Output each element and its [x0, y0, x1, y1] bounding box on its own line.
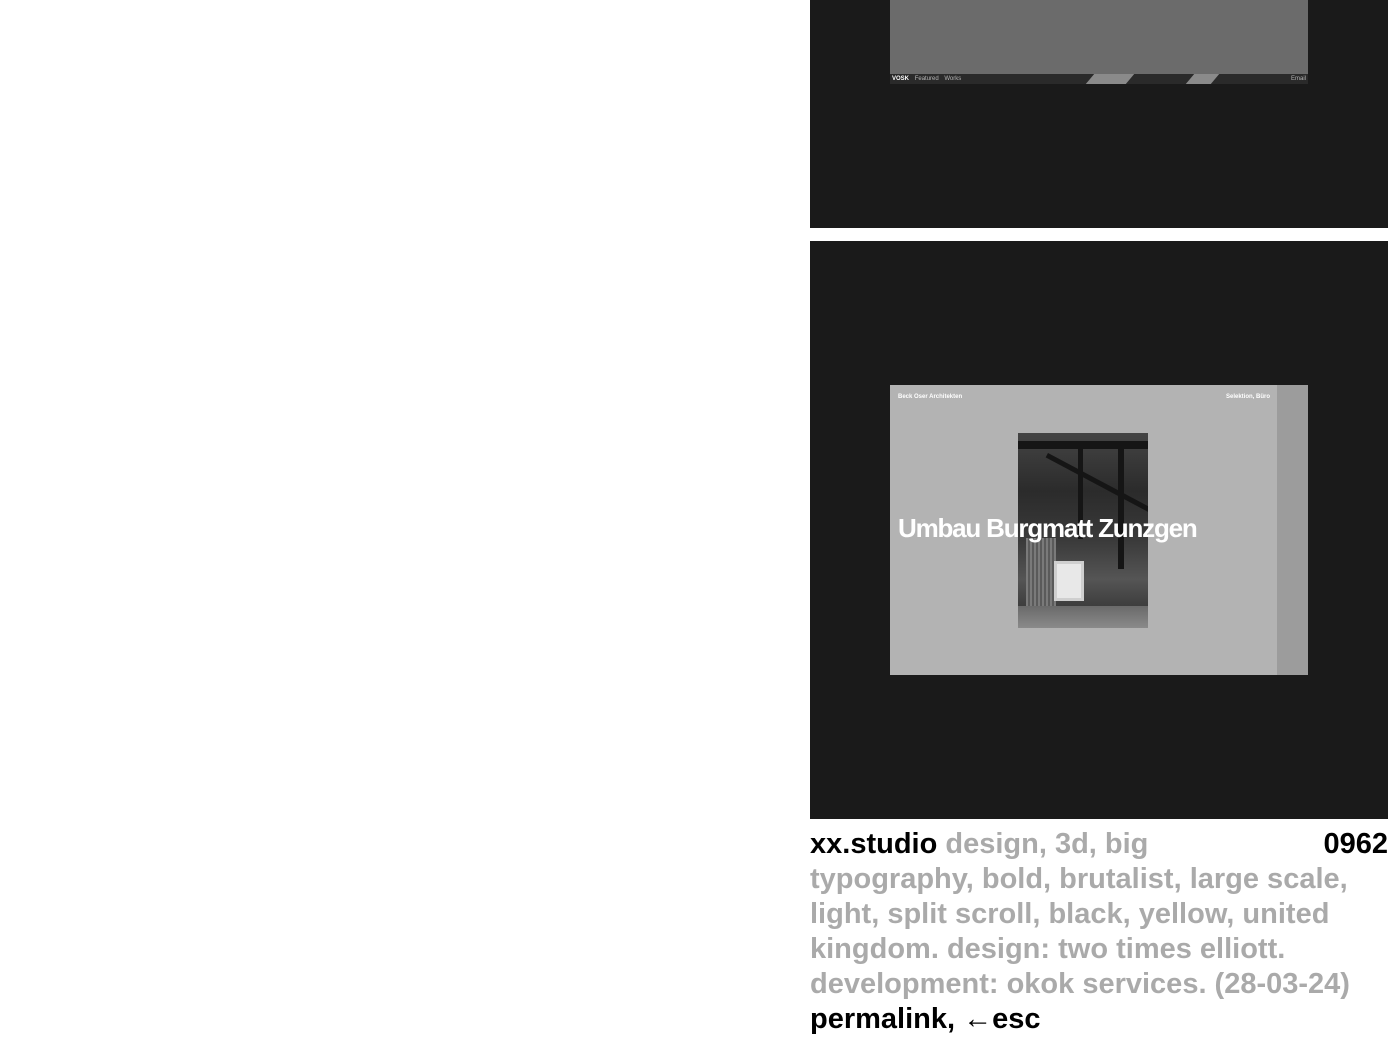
screenshot-nav-works: Works — [944, 76, 962, 82]
lit-niche — [1054, 561, 1084, 601]
screenshot-streak — [1085, 74, 1135, 84]
preview-panel-top: VOSK Featured Works Email — [810, 0, 1388, 228]
screenshot-headline: Umbau Burgmatt Zunzgen — [898, 513, 1198, 543]
preview-panel-bottom: Beck Oser Architekten Selektion, Büro Um… — [810, 241, 1388, 819]
caption-actions: permalink, ←esc — [810, 1002, 1388, 1037]
website-screenshot-bottom: Beck Oser Architekten Selektion, Büro Um… — [890, 385, 1308, 675]
screenshot-client-name: Beck Oser Architekten — [898, 394, 963, 400]
roof-beam — [1045, 453, 1148, 514]
permalink-link[interactable]: permalink, — [810, 1003, 955, 1035]
entry-number: 0962 — [1323, 828, 1388, 860]
website-screenshot-top: VOSK Featured Works Email — [890, 0, 1308, 84]
roof-post — [1118, 449, 1124, 569]
screenshot-nav: VOSK Featured Works — [892, 75, 965, 83]
screenshot-brand: VOSK — [892, 76, 910, 82]
screenshot-tags: Selektion, Büro — [1226, 394, 1271, 400]
roof-beam — [1018, 441, 1148, 449]
floor — [1018, 606, 1148, 628]
site-caption: 0962 xx.studio design, 3d, big typograph… — [810, 827, 1388, 1037]
page: VOSK Featured Works Email Beck Oser Arch… — [0, 0, 1400, 1049]
screenshot-side-strip — [1277, 385, 1308, 675]
esc-button[interactable]: ←esc — [963, 1003, 1040, 1035]
screenshot-email: Email — [1290, 76, 1306, 82]
screenshot-nav-featured: Featured — [914, 76, 939, 82]
site-name-link[interactable]: xx.studio — [810, 828, 937, 860]
